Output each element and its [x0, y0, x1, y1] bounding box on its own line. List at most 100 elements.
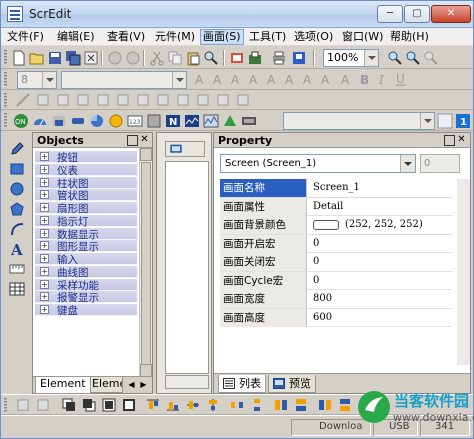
center-vertical-icon[interactable] — [215, 92, 231, 108]
save-all-icon[interactable] — [65, 50, 81, 66]
alarm-icon[interactable] — [222, 113, 238, 129]
trend-chart-icon[interactable] — [184, 113, 200, 129]
zoom-fit-icon[interactable] — [423, 50, 439, 66]
expand-icon[interactable]: + — [40, 305, 49, 314]
same-height-2-icon[interactable] — [293, 397, 309, 413]
center-horizontal-icon[interactable] — [195, 92, 211, 108]
font-size-select[interactable]: 8 — [17, 71, 57, 89]
menu-edit[interactable]: 编辑(E) — [55, 29, 97, 45]
toolbar-grip[interactable] — [4, 93, 7, 107]
font-name-select[interactable] — [61, 71, 187, 89]
cut-icon[interactable] — [149, 50, 165, 66]
arc-icon[interactable] — [9, 221, 25, 237]
layer-1-icon[interactable]: 1 — [455, 113, 471, 129]
meter-icon[interactable] — [32, 113, 48, 129]
close-doc-icon[interactable] — [83, 50, 99, 66]
graphic-display-icon[interactable] — [146, 113, 162, 129]
menu-tools[interactable]: 工具(T) — [247, 29, 288, 45]
expand-icon[interactable]: + — [40, 152, 49, 161]
layer-0-icon[interactable] — [437, 113, 453, 129]
align-top-icon[interactable]: A — [283, 71, 299, 87]
canvas-scrollbar[interactable] — [165, 375, 209, 389]
minimize-button[interactable]: ─ — [377, 5, 403, 23]
property-value[interactable]: 0 — [313, 272, 319, 290]
align-right-icon[interactable]: A — [265, 71, 281, 87]
object-trend[interactable]: + 曲线图 — [35, 265, 137, 279]
send-backward-icon[interactable] — [121, 397, 137, 413]
align-left-edge-icon[interactable] — [15, 397, 31, 413]
on-button-icon[interactable]: ON — [13, 113, 29, 129]
menu-file[interactable]: 文件(F) — [5, 29, 46, 45]
align-left-icon[interactable]: A — [229, 71, 245, 87]
chevron-down-icon[interactable] — [42, 72, 56, 88]
bring-forward-icon[interactable] — [101, 397, 117, 413]
new-file-icon[interactable] — [11, 50, 27, 66]
font-grow-icon[interactable]: A — [193, 71, 209, 87]
send-back-icon[interactable] — [81, 397, 97, 413]
same-size-icon[interactable] — [135, 92, 151, 108]
italic-icon[interactable]: I — [375, 71, 391, 87]
menu-help[interactable]: 帮助(H) — [388, 29, 431, 45]
screen-canvas[interactable] — [165, 161, 209, 374]
align-bottom-edge-icon[interactable] — [165, 397, 181, 413]
property-row[interactable]: 画面高度 600 — [220, 308, 452, 327]
font-color-icon[interactable]: A — [339, 71, 355, 87]
align-layer-icon[interactable] — [35, 92, 51, 108]
object-index-spinner[interactable]: 0 — [420, 154, 460, 173]
download-icon[interactable] — [291, 50, 307, 66]
tab-preview[interactable]: 预览 — [268, 375, 316, 393]
pipe-icon[interactable] — [70, 113, 86, 129]
menu-options[interactable]: 选项(O) — [292, 29, 335, 45]
tab-scroll-left-icon[interactable]: ◀ — [126, 380, 137, 391]
property-row[interactable]: 画面关闭宏 0 — [220, 253, 452, 272]
chevron-down-icon[interactable] — [172, 72, 186, 88]
expand-icon[interactable]: + — [40, 190, 49, 200]
space-horizontal-icon[interactable] — [155, 92, 171, 108]
property-value[interactable]: 0 — [313, 253, 319, 271]
find-icon[interactable] — [203, 50, 219, 66]
scale-icon[interactable] — [9, 261, 25, 277]
toolbar-grip[interactable] — [4, 398, 7, 412]
color-swatch[interactable] — [313, 220, 339, 230]
same-height-icon[interactable] — [115, 92, 131, 108]
align-right-edge-icon[interactable] — [35, 397, 51, 413]
numeric-input-icon[interactable]: N — [165, 113, 181, 129]
property-row[interactable]: 画面Cycle宏 0 — [220, 271, 452, 290]
property-value[interactable]: (252, 252, 252) — [345, 216, 423, 234]
open-folder-icon[interactable] — [29, 50, 45, 66]
menu-component[interactable]: 元件(M) — [153, 29, 197, 45]
zoom-select[interactable]: 100% — [323, 49, 379, 67]
object-keyboard[interactable]: + 键盘 — [35, 304, 137, 317]
pencil-icon[interactable] — [9, 141, 25, 157]
redo-icon[interactable] — [125, 50, 141, 66]
text-icon[interactable]: A — [9, 241, 25, 257]
flip-vertical-icon[interactable] — [337, 397, 353, 413]
expand-icon[interactable]: + — [40, 203, 49, 212]
align-vcenter-icon[interactable] — [185, 397, 201, 413]
group-icon[interactable] — [55, 92, 71, 108]
component-select[interactable] — [283, 112, 435, 130]
expand-icon[interactable]: + — [40, 254, 49, 263]
object-selector[interactable]: Screen (Screen_1) — [220, 154, 416, 173]
toolbar-grip[interactable] — [4, 50, 7, 65]
property-row[interactable]: 画面背景颜色 (252, 252, 252) — [220, 216, 452, 235]
expand-icon[interactable]: + — [40, 266, 49, 276]
align-middle-icon[interactable]: A — [301, 71, 317, 87]
expand-icon[interactable]: + — [40, 215, 49, 225]
rectangle-icon[interactable] — [9, 161, 25, 177]
pie-icon[interactable] — [89, 113, 105, 129]
object-data-display[interactable]: + 数据显示 — [35, 227, 137, 241]
tab-list[interactable]: 列表 — [218, 375, 266, 393]
property-scrollbar[interactable] — [457, 179, 470, 365]
grid-icon[interactable] — [235, 92, 251, 108]
zoom-in-icon[interactable] — [387, 50, 403, 66]
expand-icon[interactable]: + — [40, 177, 49, 187]
table-icon[interactable] — [9, 281, 25, 297]
align-bottom-icon[interactable]: A — [319, 71, 335, 87]
sampling-icon[interactable] — [203, 113, 219, 129]
align-center-icon[interactable]: A — [247, 71, 263, 87]
object-pie[interactable]: + 扇形图 — [35, 202, 137, 215]
zoom-out-icon[interactable] — [405, 50, 421, 66]
expand-icon[interactable]: + — [40, 228, 49, 238]
object-pipe[interactable]: + 管状图 — [35, 189, 137, 202]
